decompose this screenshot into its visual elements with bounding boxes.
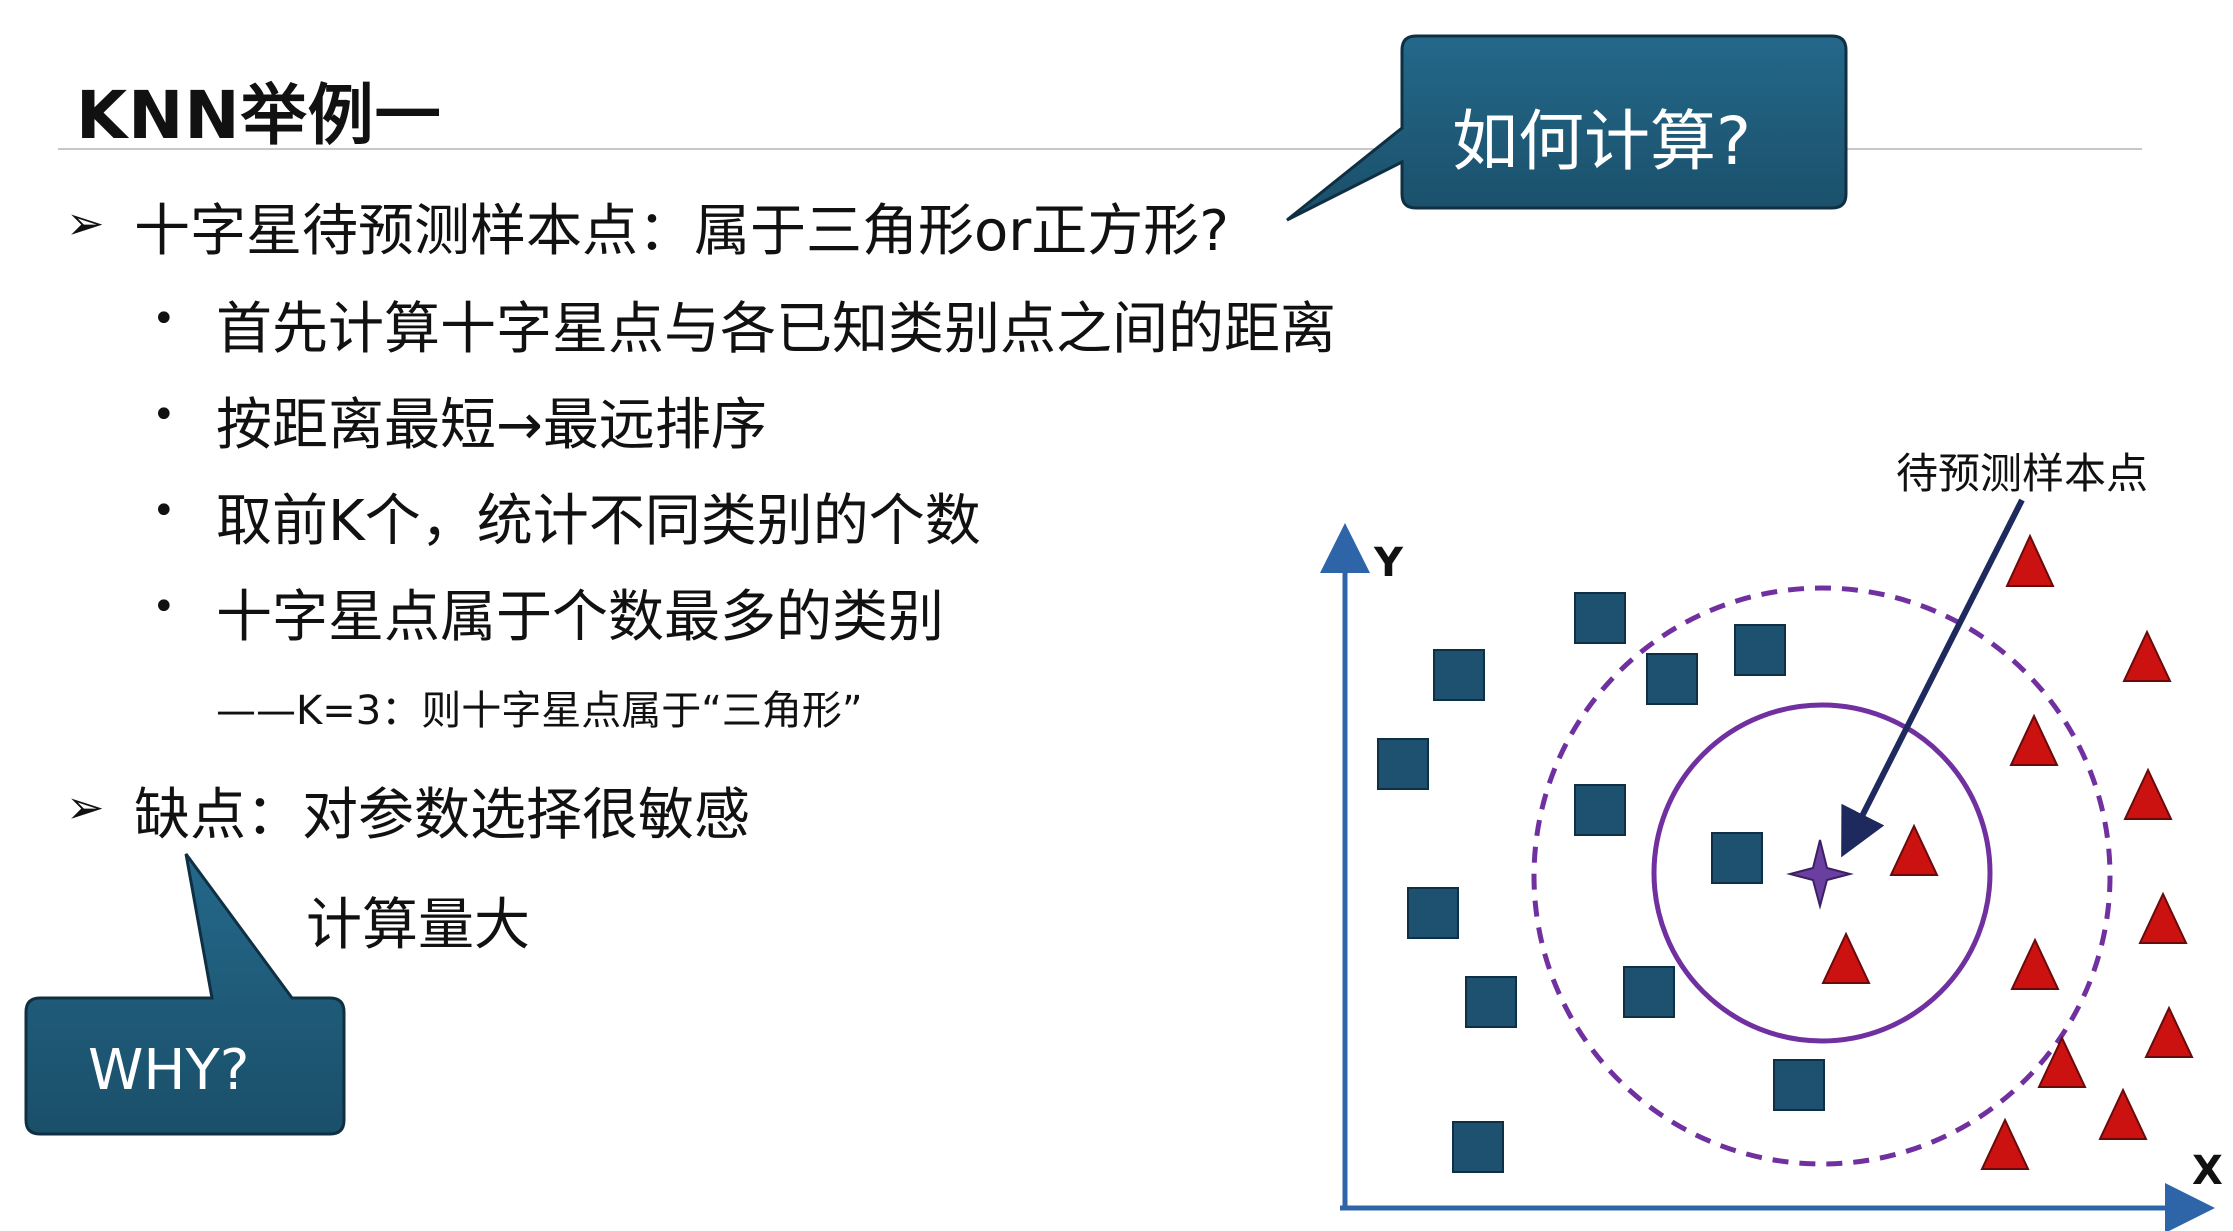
square-point <box>1433 649 1485 701</box>
triangle-point <box>1980 1117 2030 1170</box>
y-axis-label: Y <box>1374 540 1403 586</box>
triangle-point <box>2123 767 2173 820</box>
square-point <box>1734 624 1786 676</box>
query-point-label: 待预测样本点 <box>1896 449 2149 498</box>
square-point <box>1377 738 1429 790</box>
triangle-point <box>2138 891 2188 944</box>
square-points <box>1377 592 1825 1173</box>
square-point <box>1574 592 1626 644</box>
square-point <box>1574 784 1626 836</box>
x-axis-label: X <box>2192 1148 2223 1194</box>
square-point <box>1623 966 1675 1018</box>
triangle-point <box>2009 713 2059 766</box>
triangle-point <box>2037 1035 2087 1088</box>
triangle-point <box>1821 931 1871 984</box>
square-point <box>1452 1121 1504 1173</box>
triangle-point <box>1889 823 1939 876</box>
square-point <box>1465 976 1517 1028</box>
square-point <box>1711 832 1763 884</box>
query-pointer-arrow <box>1841 498 2025 858</box>
square-point <box>1773 1059 1825 1111</box>
triangle-point <box>2122 629 2172 682</box>
triangle-points <box>1821 533 2194 1170</box>
triangle-point <box>2144 1005 2194 1058</box>
triangle-point <box>2005 533 2055 587</box>
query-star-icon <box>1786 839 1854 910</box>
callout-top-text: 如何计算? <box>1452 103 1752 180</box>
square-point <box>1646 653 1698 705</box>
square-point <box>1407 887 1459 939</box>
triangle-point <box>2010 937 2060 990</box>
triangle-point <box>2098 1087 2148 1140</box>
knn-diagram-canvas <box>24 34 2215 1231</box>
callout-bottom-text: WHY? <box>88 1038 250 1103</box>
